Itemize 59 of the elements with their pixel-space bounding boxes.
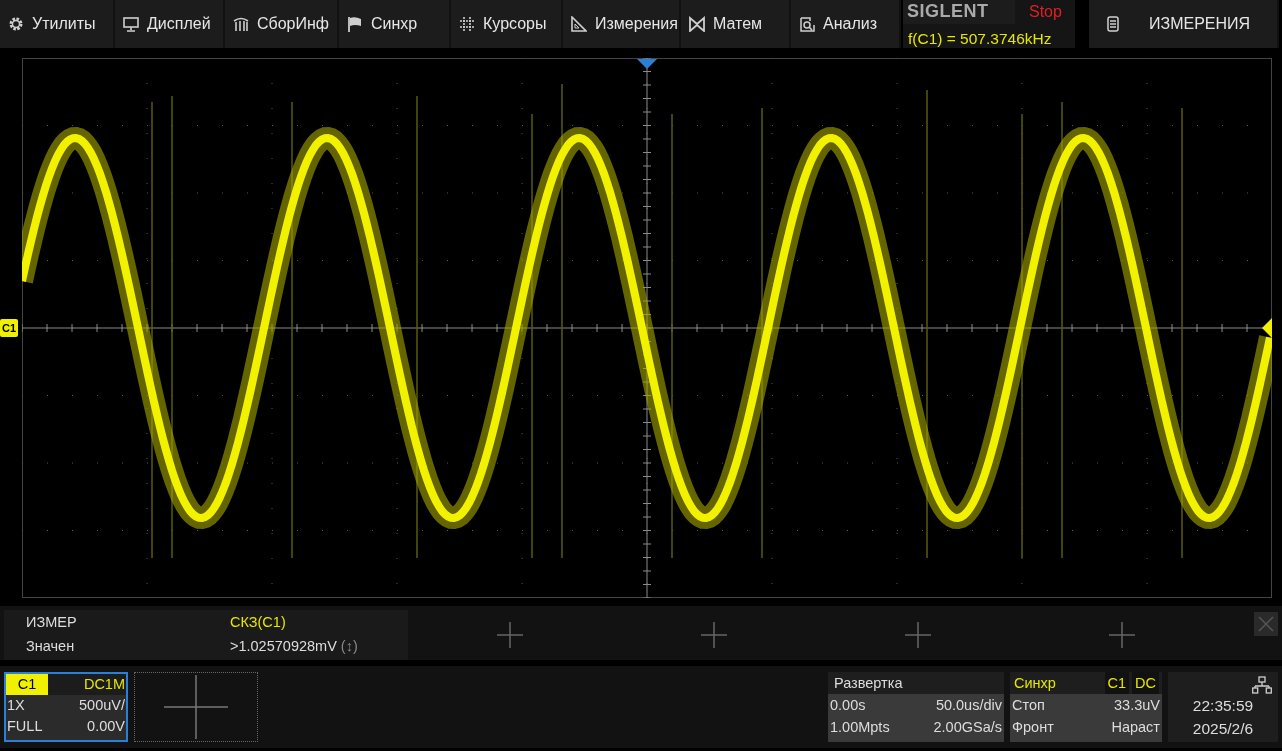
trigger-title: Синхр: [1013, 674, 1057, 693]
menu-item[interactable]: Утилиты: [0, 0, 115, 48]
add-measurement-icon[interactable]: [905, 622, 931, 648]
clipboard-icon: [1107, 16, 1119, 32]
trigger-slope: Нараст: [1111, 718, 1160, 737]
menu-item[interactable]: СборИнф: [225, 0, 339, 48]
bowtie-icon: [689, 16, 705, 32]
network-icon: [1252, 676, 1272, 694]
menu-item[interactable]: Измерения: [563, 0, 681, 48]
gear-icon: [8, 16, 24, 32]
trigger-position-marker[interactable]: [637, 59, 657, 69]
trigger-source: C1: [1104, 672, 1130, 694]
menu-item[interactable]: Дисплей: [115, 0, 225, 48]
magnifier-icon: [799, 16, 815, 32]
time-delay: 0.00s: [830, 696, 866, 715]
channel-box[interactable]: C1 DC1M 1X 500uV/ FULL 0.00V: [4, 672, 128, 742]
add-measurement-icon[interactable]: [1109, 622, 1135, 648]
frequency-readout: f(C1) = 507.3746kHz: [907, 29, 1053, 49]
menu-item[interactable]: Матем: [681, 0, 791, 48]
channel-marker[interactable]: C1: [0, 319, 19, 337]
memory-depth: 1.00Mpts: [830, 718, 890, 737]
trigger-level: 33.3uV: [1114, 696, 1160, 715]
measurement-name[interactable]: СКЗ(C1): [204, 610, 286, 634]
trigger-mode: Стоп: [1012, 696, 1045, 715]
measurement-value: >1.02570928mV (↕): [229, 637, 358, 656]
monitor-icon: [123, 16, 139, 32]
trigger-type: Фронт: [1012, 718, 1054, 737]
close-button[interactable]: [1254, 612, 1278, 636]
status-glyph: (↕): [340, 638, 358, 654]
close-icon: [1256, 614, 1276, 634]
menu-item[interactable]: Синхр: [339, 0, 451, 48]
sample-rate: 2.00GSa/s: [933, 718, 1002, 737]
measure-header-label: ИЗМЕР: [25, 613, 78, 632]
time-scale: 50.0us/div: [935, 696, 1002, 715]
add-measurement-icon[interactable]: [701, 622, 727, 648]
add-measurement-icon[interactable]: [497, 622, 523, 648]
trigger-coupling: DC: [1132, 672, 1159, 694]
plus-icon: [163, 674, 229, 740]
add-channel-button[interactable]: [134, 672, 258, 742]
flag-icon: [347, 16, 363, 32]
menu-item[interactable]: Курсоры: [451, 0, 563, 48]
clock-time: 22:35:59: [1192, 696, 1254, 716]
vertical-offset: 0.00V: [87, 717, 125, 736]
ruler-icon: [571, 16, 587, 32]
trigger-level-marker[interactable]: [1262, 318, 1272, 338]
grid-icon: [459, 16, 475, 32]
timebase-title: Развертка: [828, 672, 1004, 694]
pillars-icon: [233, 16, 249, 32]
measure-value-label: Значен: [25, 637, 76, 656]
channel-coupling: DC1M: [48, 674, 126, 695]
clock-date: 2025/2/6: [1192, 719, 1254, 740]
run-state: Stop: [1028, 2, 1062, 22]
channel-name: C1: [6, 674, 48, 695]
measure-button[interactable]: ИЗМЕРЕНИЯ: [1089, 0, 1279, 48]
vertical-scale: 500uV/: [79, 696, 125, 715]
menu-item[interactable]: Анализ: [791, 0, 901, 48]
probe-ratio: 1X: [7, 696, 25, 715]
brand-logo: SIGLENT: [903, 0, 1015, 24]
bandwidth-limit: FULL: [7, 717, 43, 736]
